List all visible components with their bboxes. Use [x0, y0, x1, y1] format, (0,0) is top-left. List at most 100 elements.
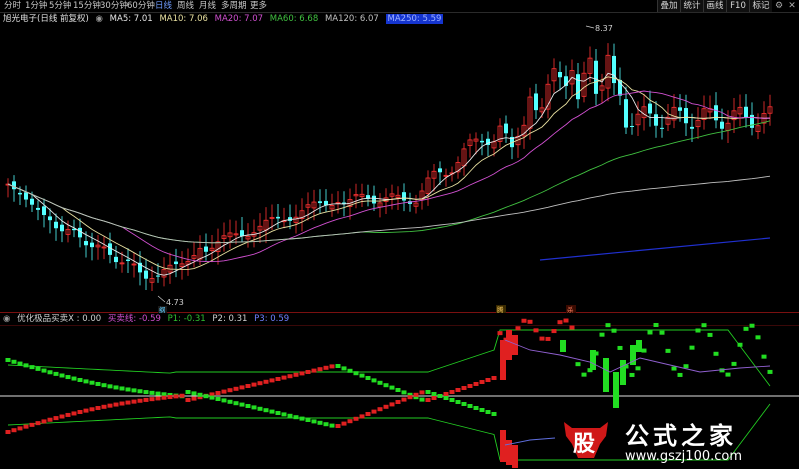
- candle-body: [534, 93, 538, 111]
- signal-block: [569, 325, 575, 330]
- signal-block: [431, 392, 437, 396]
- candle-body: [594, 60, 598, 94]
- signal-block: [257, 406, 263, 411]
- signal-block: [95, 406, 101, 411]
- signal-block: [71, 411, 77, 416]
- candle-body: [630, 125, 634, 127]
- signal-block: [287, 374, 293, 379]
- signal-block: [335, 364, 341, 368]
- p3-value: P3: 0.59: [254, 314, 290, 324]
- buy-sell-line-value: 买卖线: -0.59: [107, 314, 161, 324]
- signal-block: [209, 395, 215, 400]
- signal-block: [281, 412, 287, 417]
- signal-block: [83, 379, 89, 384]
- signal-block: [305, 370, 311, 374]
- signal-block: [77, 410, 83, 415]
- signal-block: [47, 370, 53, 375]
- signal-block: [419, 397, 425, 402]
- candle-body: [174, 261, 178, 265]
- signal-block: [125, 387, 131, 392]
- signal-block: [581, 372, 587, 377]
- signal-block: [23, 424, 29, 429]
- signal-block: [467, 384, 473, 388]
- signal-block: [251, 405, 257, 410]
- signal-block: [473, 406, 479, 410]
- signal-block: [551, 329, 557, 334]
- signal-block: [155, 396, 161, 401]
- signal-block: [239, 402, 245, 407]
- signal-block: [443, 396, 449, 400]
- signal-block: [263, 379, 269, 384]
- signal-block: [191, 396, 197, 401]
- candle-body: [576, 74, 580, 100]
- signal-block: [731, 361, 737, 366]
- signal-block: [95, 381, 101, 386]
- candle-body: [90, 242, 94, 248]
- candle-body: [126, 259, 130, 261]
- signal-block: [179, 393, 185, 398]
- indicator-name: 优化极品买卖X : 0.00: [17, 314, 102, 324]
- signal-block: [89, 407, 95, 412]
- signal-block: [359, 373, 365, 378]
- signal-block: [599, 332, 605, 337]
- candle-body: [42, 206, 46, 216]
- logo-char: 股: [573, 432, 596, 457]
- candle-body: [750, 114, 754, 128]
- signal-block: [491, 376, 497, 380]
- signal-block: [59, 373, 65, 378]
- candle-body: [684, 108, 688, 124]
- signal-block: [11, 428, 17, 433]
- p2-value: P2: 0.31: [212, 314, 248, 324]
- signal-block: [29, 365, 35, 370]
- kline-chart[interactable]: 8.37 4.73 纲 腾 杀: [0, 0, 799, 469]
- signal-block: [371, 378, 377, 383]
- signal-block: [275, 411, 281, 415]
- signal-block: [167, 395, 173, 400]
- signal-block: [149, 390, 155, 395]
- signal-block: [287, 413, 293, 418]
- signal-block: [329, 423, 335, 428]
- signal-block: [5, 358, 11, 362]
- signal-block: [515, 326, 521, 331]
- signal-block: [317, 420, 323, 425]
- signal-block: [281, 375, 287, 380]
- candle-body: [54, 221, 58, 229]
- signal-block: [383, 404, 389, 409]
- signal-block: [449, 398, 455, 402]
- signal-block: [11, 359, 17, 364]
- signal-block: [71, 376, 77, 381]
- signal-block: [47, 417, 53, 422]
- candle-body: [372, 195, 376, 204]
- signal-block: [335, 424, 341, 428]
- p1-band-line: [7, 329, 771, 387]
- signal-block: [299, 416, 305, 421]
- signal-block: [227, 399, 233, 404]
- price-panel: [5, 43, 773, 292]
- signal-block: [59, 414, 65, 419]
- signal-block: [29, 422, 35, 427]
- signal-block: [311, 368, 317, 373]
- signal-block: [389, 402, 395, 407]
- high-pointer: [585, 25, 595, 29]
- candle-body: [18, 192, 22, 195]
- signal-block: [89, 380, 95, 385]
- signal-block: [269, 378, 275, 383]
- signal-bar: [560, 340, 566, 352]
- signal-block: [53, 416, 59, 421]
- signal-block: [257, 381, 263, 386]
- candle-body: [48, 216, 52, 221]
- mark-b: 杀: [567, 305, 574, 314]
- candle-body: [78, 227, 82, 238]
- signal-block: [389, 385, 395, 390]
- signal-block: [137, 389, 143, 394]
- signal-bar: [636, 340, 642, 352]
- signal-block: [767, 369, 773, 374]
- signal-block: [749, 323, 755, 328]
- indicator-dot-icon[interactable]: ◉: [3, 314, 10, 324]
- signal-block: [395, 400, 401, 404]
- signal-block: [473, 382, 479, 386]
- watermark-url: www.gszj100.com: [625, 449, 743, 464]
- signal-block: [497, 331, 503, 336]
- signal-block: [461, 402, 467, 406]
- candle-body: [60, 224, 64, 232]
